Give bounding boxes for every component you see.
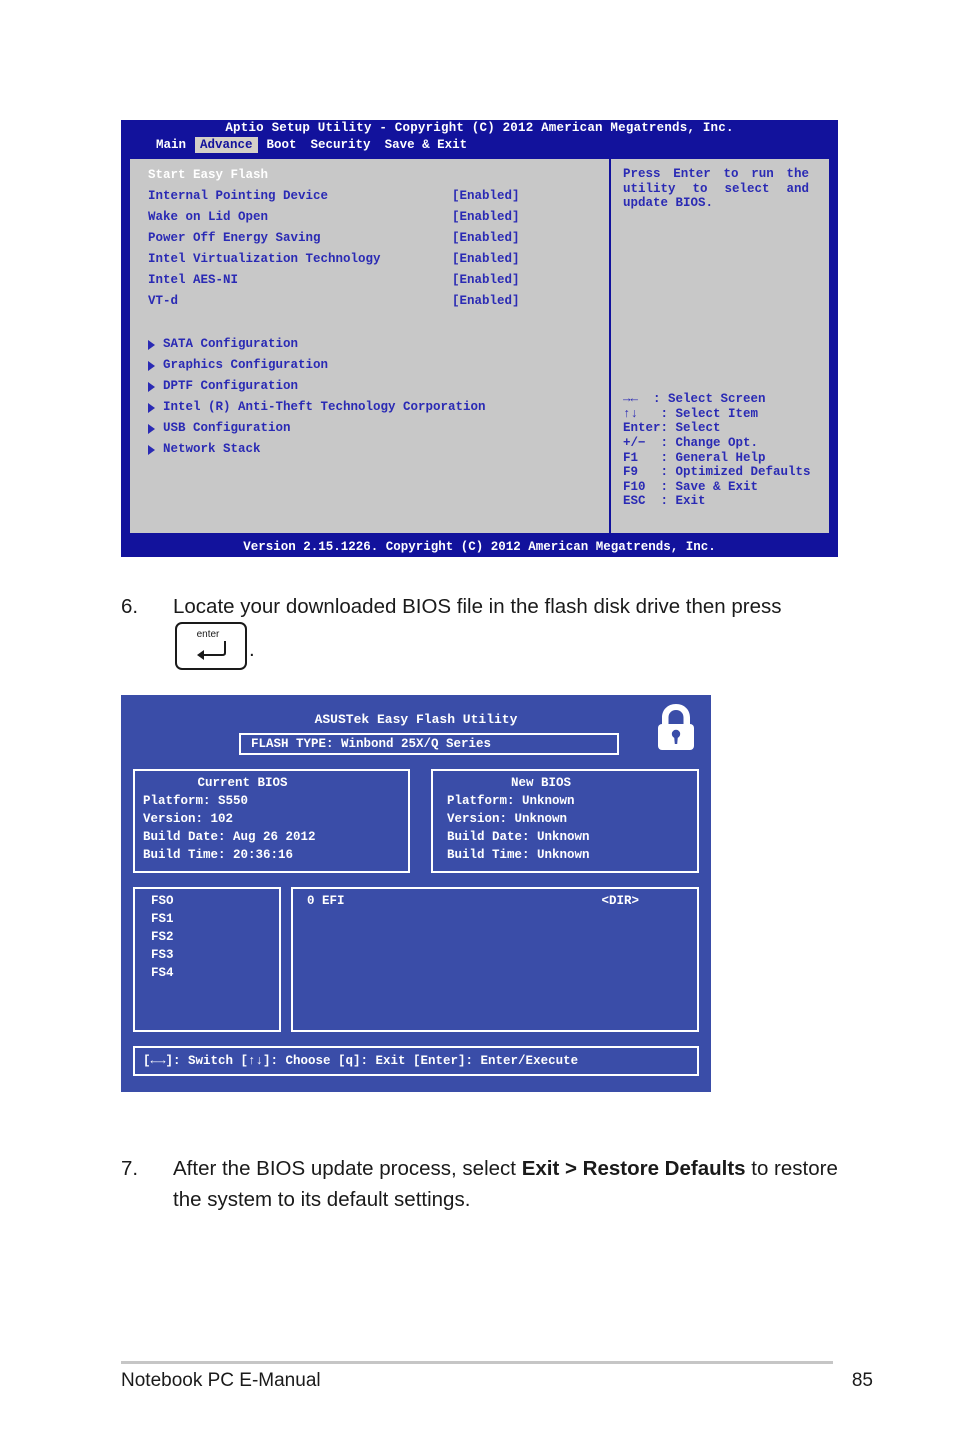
bios-menu-bar: Main Advance Boot Security Save & Exit: [121, 137, 838, 153]
tab-security[interactable]: Security: [306, 137, 376, 153]
footer-divider: [121, 1361, 833, 1364]
step-text-lead: After the BIOS update process, select: [173, 1157, 522, 1180]
instruction-step-6: 6. Locate your downloaded BIOS file in t…: [121, 591, 841, 670]
current-bios-platform: Platform: S550: [143, 794, 249, 808]
bios-submenu-sata-configuration[interactable]: SATA Configuration: [148, 334, 609, 355]
current-bios-build-date: Build Date: Aug 26 2012: [143, 830, 316, 844]
bios-item-label: Power Off Energy Saving: [148, 231, 321, 245]
triangle-right-icon: [148, 382, 155, 392]
drive-item-fs4[interactable]: FS4: [151, 966, 279, 980]
easy-flash-status-bar: [←→]: Switch [↑↓]: Choose [q]: Exit [Ent…: [133, 1046, 699, 1076]
flash-type-field: FLASH TYPE: Winbond 25X/Q Series: [239, 733, 619, 755]
lock-icon: [658, 704, 694, 750]
footer-page-number: 85: [851, 1370, 873, 1391]
triangle-right-icon: [148, 403, 155, 413]
bios-version-footer: Version 2.15.1226. Copyright (C) 2012 Am…: [243, 540, 716, 554]
file-list-panel[interactable]: 0 EFI <DIR>: [291, 887, 699, 1032]
bios-item-intel-virtualization-technology[interactable]: Intel Virtualization Technology [Enabled…: [148, 249, 609, 270]
step-number: 7.: [121, 1157, 139, 1180]
drive-item-fs3[interactable]: FS3: [151, 948, 279, 962]
bios-item-start-easy-flash[interactable]: Start Easy Flash: [148, 165, 609, 186]
bios-item-value: [Enabled]: [452, 252, 520, 266]
enter-key-graphic: enter: [175, 622, 247, 670]
enter-key-label: enter: [196, 629, 220, 640]
bios-submenu-usb-configuration[interactable]: USB Configuration: [148, 418, 609, 439]
drive-item-fs2[interactable]: FS2: [151, 930, 279, 944]
enter-arrow-icon: [197, 641, 226, 660]
step-text: Locate your downloaded BIOS file in the …: [173, 591, 841, 670]
bios-item-intel-aes-ni[interactable]: Intel AES-NI [Enabled]: [148, 270, 609, 291]
bios-item-power-off-energy-saving[interactable]: Power Off Energy Saving [Enabled]: [148, 228, 609, 249]
triangle-right-icon: [148, 361, 155, 371]
bios-item-internal-pointing-device[interactable]: Internal Pointing Device [Enabled]: [148, 186, 609, 207]
bios-key-legend: →← : Select Screen ↑↓ : Select Item Ente…: [623, 392, 811, 509]
new-bios-platform: Platform: Unknown: [447, 794, 575, 808]
bios-submenu-dptf-configuration[interactable]: DPTF Configuration: [148, 376, 609, 397]
current-bios-panel: Current BIOS Platform: S550 Version: 102…: [133, 769, 410, 873]
current-bios-header: Current BIOS: [197, 776, 288, 790]
bios-item-value: [Enabled]: [452, 231, 520, 245]
new-bios-header: New BIOS: [510, 776, 571, 790]
bios-item-wake-on-lid-open[interactable]: Wake on Lid Open [Enabled]: [148, 207, 609, 228]
step-text-tail: .: [249, 638, 255, 661]
bios-setup-screen: Aptio Setup Utility - Copyright (C) 2012…: [121, 120, 838, 557]
bios-options-pane: Start Easy Flash Internal Pointing Devic…: [130, 159, 609, 533]
bios-item-label: VT-d: [148, 294, 179, 308]
tab-save-exit[interactable]: Save & Exit: [380, 137, 473, 153]
file-list-item[interactable]: 0 EFI <DIR>: [293, 893, 697, 910]
file-size: <DIR>: [601, 894, 639, 908]
step-text-emphasis: Exit > Restore Defaults: [521, 1157, 746, 1180]
triangle-right-icon: [148, 424, 155, 434]
bios-submenu-label: DPTF Configuration: [163, 379, 299, 393]
tab-advance[interactable]: Advance: [195, 137, 258, 153]
current-bios-version: Version: 102: [143, 812, 234, 826]
bios-submenu-label: Intel (R) Anti-Theft Technology Corporat…: [163, 400, 486, 414]
bios-submenu-graphics-configuration[interactable]: Graphics Configuration: [148, 355, 609, 376]
bios-item-vt-d[interactable]: VT-d [Enabled]: [148, 291, 609, 312]
bios-submenu-intel-anti-theft[interactable]: Intel (R) Anti-Theft Technology Corporat…: [148, 397, 609, 418]
instruction-step-7: 7. After the BIOS update process, select…: [121, 1153, 851, 1215]
step-text: After the BIOS update process, select Ex…: [173, 1153, 851, 1215]
current-bios-build-time: Build Time: 20:36:16: [143, 848, 294, 862]
bios-item-value: [Enabled]: [452, 294, 520, 308]
bios-item-label: Intel AES-NI: [148, 273, 239, 287]
bios-item-label: Start Easy Flash: [148, 168, 269, 182]
step-number: 6.: [121, 595, 139, 618]
drive-item-fs1[interactable]: FS1: [151, 912, 279, 926]
triangle-right-icon: [148, 445, 155, 455]
bios-item-label: Wake on Lid Open: [148, 210, 269, 224]
file-name: 0 EFI: [307, 894, 345, 908]
bios-submenu-label: USB Configuration: [163, 421, 291, 435]
bios-submenu-label: Graphics Configuration: [163, 358, 329, 372]
bios-title: Aptio Setup Utility - Copyright (C) 2012…: [225, 121, 734, 135]
new-bios-build-time: Build Time: Unknown: [447, 848, 590, 862]
step-text-body: Locate your downloaded BIOS file in the …: [173, 595, 782, 618]
bios-item-label: Internal Pointing Device: [148, 189, 329, 203]
new-bios-build-date: Build Date: Unknown: [447, 830, 590, 844]
new-bios-version: Version: Unknown: [447, 812, 568, 826]
easy-flash-utility-screen: ASUSTek Easy Flash Utility FLASH TYPE: W…: [121, 695, 711, 1092]
bios-item-label: Intel Virtualization Technology: [148, 252, 381, 266]
bios-submenu-label: Network Stack: [163, 442, 261, 456]
footer-document-title: Notebook PC E-Manual: [121, 1370, 321, 1391]
bios-item-value: [Enabled]: [452, 189, 520, 203]
bios-body: Start Easy Flash Internal Pointing Devic…: [128, 157, 831, 535]
tab-boot[interactable]: Boot: [262, 137, 302, 153]
bios-help-pane: Press Enter to run the utility to select…: [611, 159, 829, 533]
drive-item-fs0[interactable]: FSO: [151, 894, 279, 908]
bios-item-value: [Enabled]: [452, 210, 520, 224]
easy-flash-title: ASUSTek Easy Flash Utility: [314, 712, 518, 727]
bios-item-value: [Enabled]: [452, 273, 520, 287]
bios-submenu-network-stack[interactable]: Network Stack: [148, 439, 609, 460]
triangle-right-icon: [148, 340, 155, 350]
new-bios-panel: New BIOS Platform: Unknown Version: Unkn…: [431, 769, 699, 873]
drive-list-panel[interactable]: FSO FS1 FS2 FS3 FS4: [133, 887, 281, 1032]
tab-main[interactable]: Main: [151, 137, 191, 153]
bios-help-text: Press Enter to run the utility to select…: [623, 167, 809, 210]
bios-submenu-label: SATA Configuration: [163, 337, 299, 351]
